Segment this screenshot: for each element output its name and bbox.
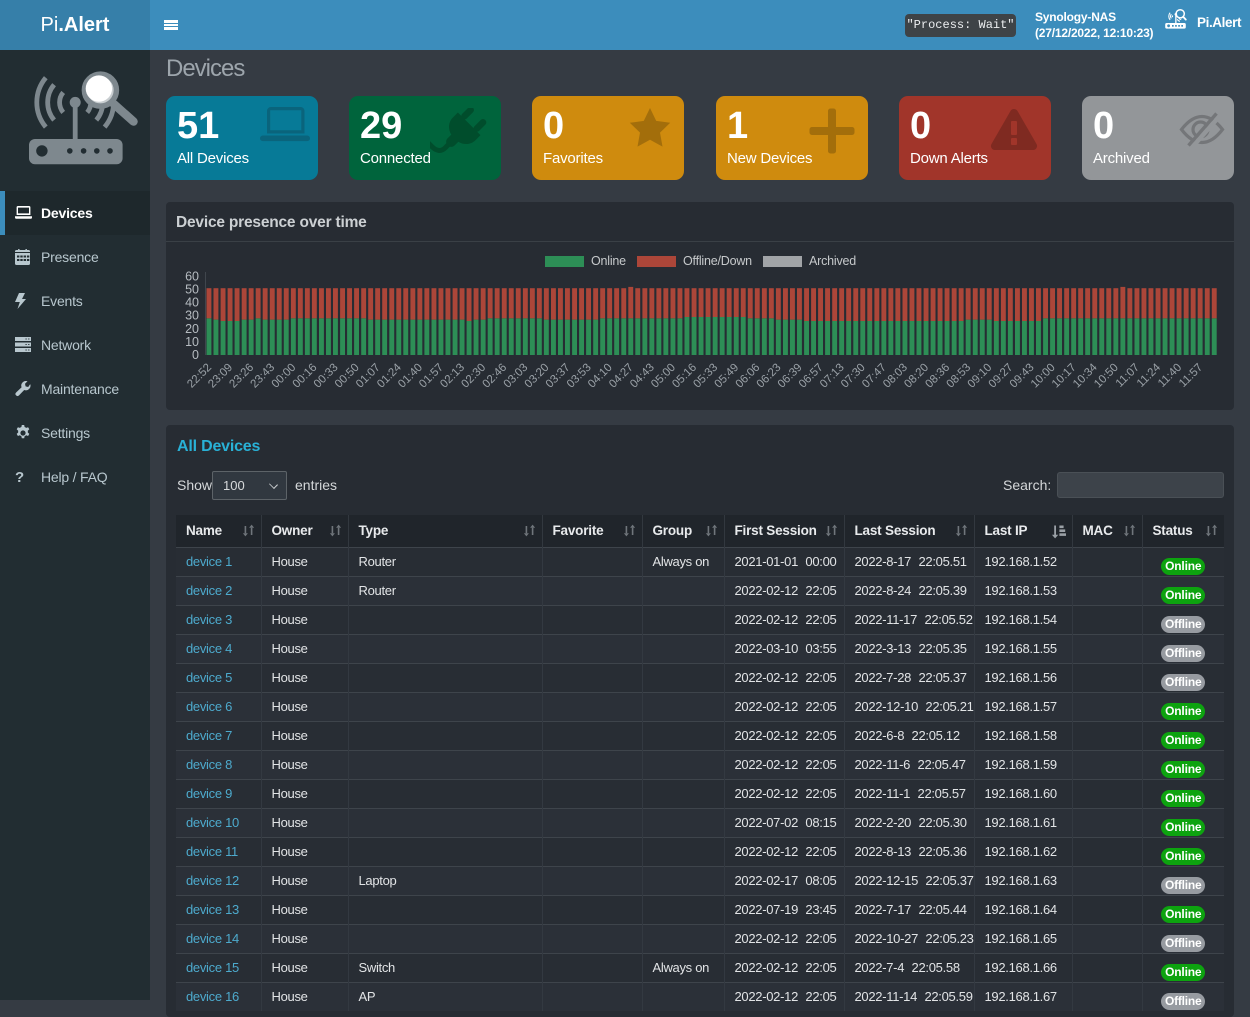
svg-text:10:50: 10:50 (1092, 362, 1121, 391)
svg-text:60: 60 (185, 269, 199, 283)
svg-text:30: 30 (185, 309, 199, 323)
svg-text:20: 20 (185, 322, 199, 336)
svg-text:50: 50 (185, 283, 199, 297)
svg-text:10: 10 (185, 335, 199, 349)
svg-text:40: 40 (185, 296, 199, 310)
svg-text:0: 0 (192, 348, 199, 362)
svg-text:?: ? (15, 469, 24, 485)
svg-text:11:57: 11:57 (1177, 362, 1205, 390)
